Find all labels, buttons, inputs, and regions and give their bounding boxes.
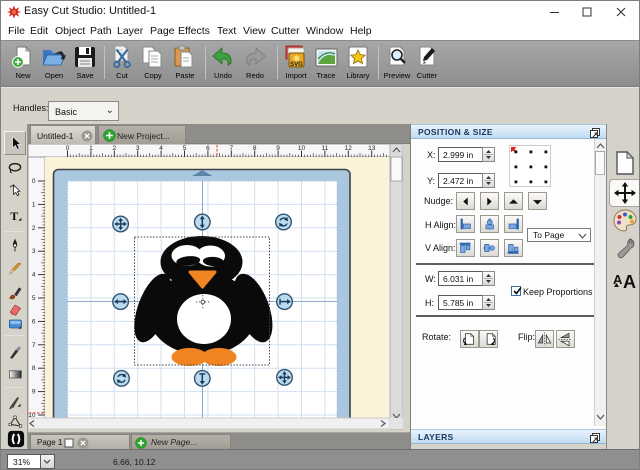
svg-text:1: 1 bbox=[32, 201, 36, 208]
svg-text:3: 3 bbox=[136, 145, 140, 152]
svg-text:10: 10 bbox=[298, 145, 306, 152]
svg-text:A: A bbox=[613, 272, 623, 287]
svg-text:T: T bbox=[10, 209, 18, 223]
svg-text:6: 6 bbox=[32, 318, 36, 325]
svg-text:8: 8 bbox=[32, 365, 36, 372]
svg-text:7: 7 bbox=[32, 342, 36, 349]
svg-text:4: 4 bbox=[159, 145, 163, 152]
svg-text:A: A bbox=[623, 272, 636, 292]
svg-text:0: 0 bbox=[32, 178, 36, 185]
svg-text:9: 9 bbox=[32, 389, 36, 396]
svg-text:7: 7 bbox=[229, 145, 233, 152]
svg-text:2: 2 bbox=[32, 225, 36, 232]
svg-text:13: 13 bbox=[368, 145, 376, 152]
svg-text:1: 1 bbox=[89, 145, 93, 152]
svg-text:5: 5 bbox=[32, 295, 36, 302]
svg-text:5: 5 bbox=[183, 145, 187, 152]
svg-text:11: 11 bbox=[322, 145, 329, 152]
svg-text:9: 9 bbox=[276, 145, 280, 152]
svg-text:3: 3 bbox=[32, 248, 36, 255]
svg-text:8: 8 bbox=[253, 145, 257, 152]
svg-text:SVG: SVG bbox=[290, 62, 303, 68]
svg-text:12: 12 bbox=[345, 145, 353, 152]
svg-text:2: 2 bbox=[112, 145, 116, 152]
svg-text:6: 6 bbox=[206, 145, 210, 152]
svg-text:4: 4 bbox=[32, 272, 36, 279]
svg-text:0: 0 bbox=[66, 145, 70, 152]
